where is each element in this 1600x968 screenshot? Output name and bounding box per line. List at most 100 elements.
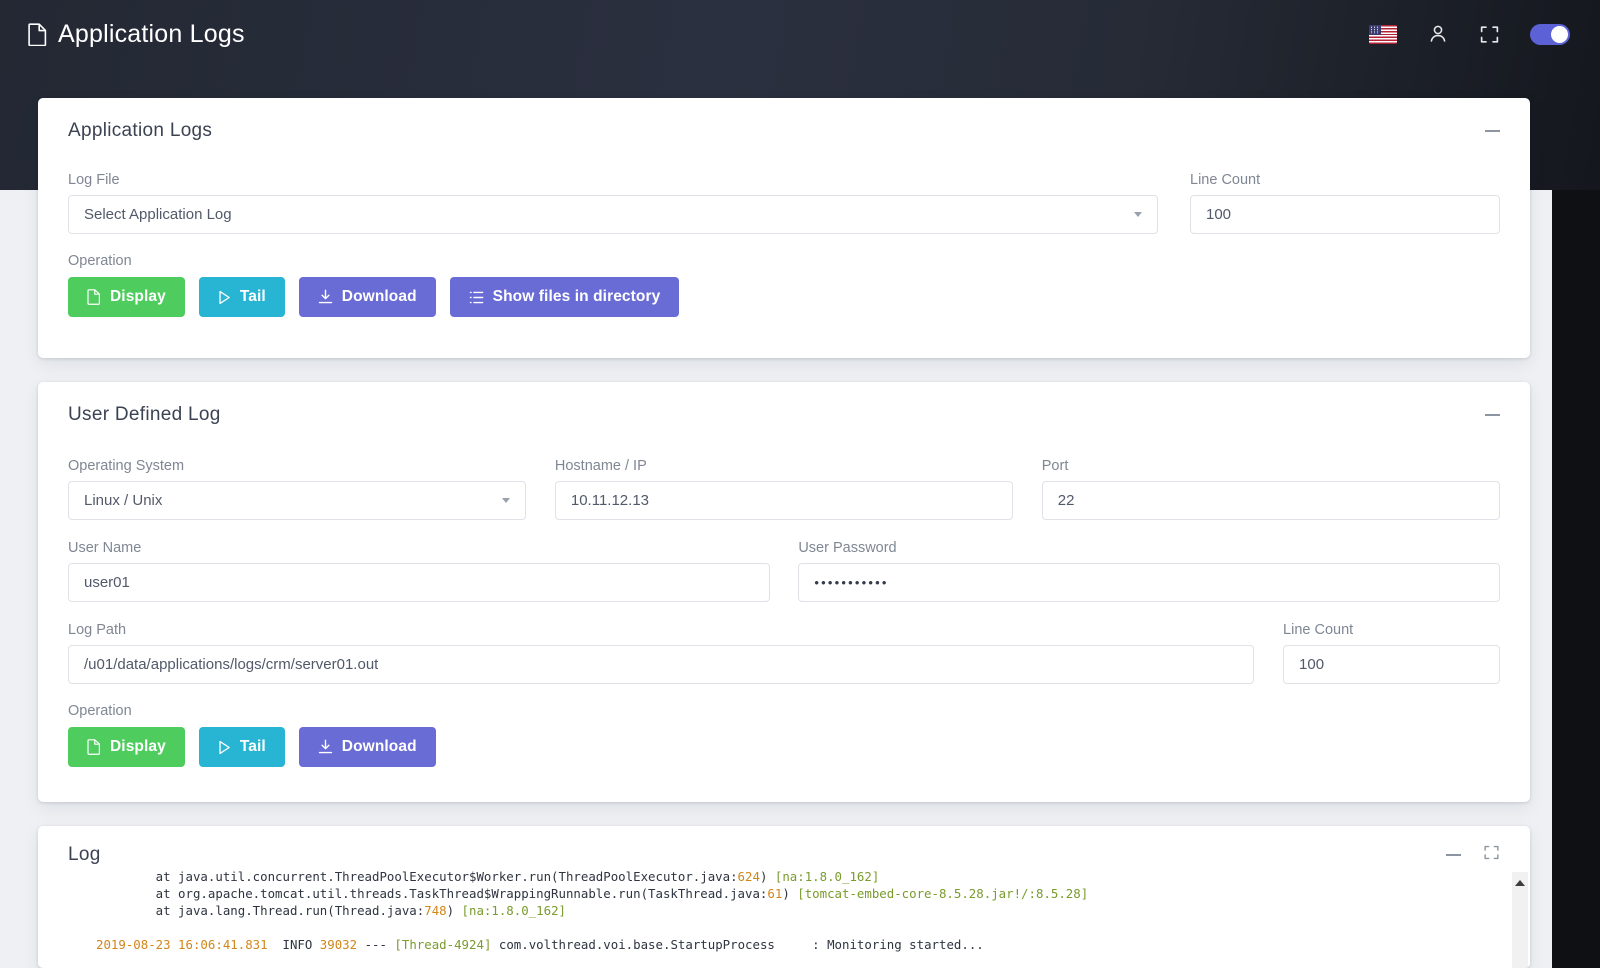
list-icon (469, 291, 484, 304)
download-button[interactable]: Download (298, 727, 436, 767)
display-button[interactable]: Display (68, 277, 185, 317)
user-line-count-field-group: Line Count 100 (1283, 622, 1500, 684)
line-count-value: 100 (1206, 206, 1232, 223)
operation-label: Operation (68, 703, 132, 719)
user-name-value: user01 (84, 574, 130, 591)
username-field-group: User Name user01 (68, 540, 770, 602)
us-flag-icon[interactable] (1369, 24, 1397, 44)
application-logs-card-tools (1485, 130, 1500, 132)
collapse-icon[interactable] (1485, 414, 1500, 416)
application-logs-card-header: Application Logs (38, 98, 1530, 142)
user-defined-log-card-header: User Defined Log (38, 382, 1530, 426)
right-dark-gutter (1552, 190, 1600, 968)
log-segment: ) (759, 869, 775, 884)
operating-system-label: Operating System (68, 458, 185, 474)
port-field-group: Port 22 (1041, 458, 1500, 520)
line-count-field-group: Line Count 100 (1190, 172, 1500, 234)
display-button[interactable]: Display (68, 727, 185, 767)
log-segment: [na:1.8.0_162] (774, 869, 880, 884)
log-card-tools (1446, 844, 1500, 866)
collapse-icon[interactable] (1485, 130, 1500, 132)
application-logs-card: Application Logs Log File Select Applica… (38, 98, 1530, 358)
theme-toggle-switch[interactable] (1530, 23, 1570, 45)
document-icon (28, 22, 47, 46)
line-count-input[interactable]: 100 (1283, 645, 1500, 684)
line-count-label: Line Count (1190, 172, 1261, 188)
show-files-in-directory-button[interactable]: Show files in directory (449, 277, 680, 317)
user-password-input[interactable]: ••••••••••• (798, 563, 1500, 602)
credentials-row: User Name user01 User Password •••••••••… (68, 540, 1500, 602)
scroll-up-arrow-icon[interactable] (1515, 880, 1525, 886)
application-logs-card-title: Application Logs (68, 120, 213, 141)
display-button-label: Display (110, 288, 166, 305)
log-segment: INFO (267, 937, 320, 952)
operation-label: Operation (68, 253, 132, 269)
person-icon[interactable] (1427, 23, 1449, 45)
download-button[interactable]: Download (298, 277, 436, 317)
hostname-ip-label: Hostname / IP (554, 458, 647, 474)
chevron-down-icon (1134, 212, 1142, 217)
user-name-input[interactable]: user01 (68, 563, 770, 602)
user-defined-log-card-tools (1485, 414, 1500, 416)
file-icon (87, 289, 101, 305)
log-line: at java.lang.Thread.run(Thread.java:748)… (96, 902, 1530, 919)
log-path-label: Log Path (68, 622, 127, 638)
log-segment: ) (446, 903, 462, 918)
log-segment: at org.apache.tomcat.util.threads.TaskTh… (96, 886, 768, 901)
port-label: Port (1041, 458, 1069, 474)
download-icon (318, 739, 333, 755)
log-segment: --- (357, 937, 395, 952)
application-logs-page: Application Logs Application Logs Log Fi… (0, 0, 1600, 968)
download-button-label: Download (341, 738, 417, 755)
user-password-value: ••••••••••• (814, 575, 889, 590)
connection-row: Operating System Linux / Unix Hostname /… (68, 458, 1500, 520)
log-scrollbar[interactable] (1512, 872, 1528, 968)
log-segment: [Thread-4924] (394, 937, 492, 952)
collapse-icon[interactable] (1446, 854, 1461, 856)
port-input[interactable]: 22 (1041, 481, 1500, 520)
user-defined-log-card: User Defined Log Operating System Linux … (38, 382, 1530, 802)
hostname-ip-value: 10.11.12.13 (570, 492, 650, 509)
user-defined-log-operations: Operation Display Tail Download (68, 703, 1500, 767)
log-file-label: Log File (68, 172, 120, 188)
log-output-console[interactable]: at java.util.concurrent.ThreadPoolExecut… (38, 868, 1530, 968)
user-name-label: User Name (68, 540, 142, 556)
log-segment: 748 (424, 903, 447, 918)
log-file-select[interactable]: Select Application Log (68, 195, 1158, 234)
download-icon (318, 289, 333, 305)
user-password-label: User Password (798, 540, 897, 556)
log-path-row: Log Path /u01/data/applications/logs/crm… (68, 622, 1500, 684)
log-line: at org.apache.tomcat.util.threads.TaskTh… (96, 885, 1530, 902)
line-count-value: 100 (1299, 656, 1325, 673)
operation-buttons: Display Tail (68, 277, 1500, 317)
log-segment: com.volthread.voi.base.StartupProcess : … (491, 937, 984, 952)
top-bar-actions (1369, 23, 1570, 45)
hostname-ip-input[interactable]: 10.11.12.13 (554, 481, 1014, 520)
download-button-label: Download (341, 288, 417, 305)
app-brand: Application Logs (28, 20, 245, 49)
operating-system-select[interactable]: Linux / Unix (68, 481, 527, 520)
tail-button[interactable]: Tail (198, 727, 285, 767)
chevron-down-icon (502, 498, 511, 503)
top-bar: Application Logs (0, 0, 1600, 68)
tail-button[interactable]: Tail (198, 277, 285, 317)
fullscreen-icon[interactable] (1483, 844, 1500, 866)
play-icon (218, 290, 231, 305)
log-blank-line (96, 919, 1530, 936)
log-segment: [tomcat-embed-core-8.5.28.jar!/:8.5.28] (797, 886, 1089, 901)
port-value: 22 (1057, 492, 1075, 509)
display-button-label: Display (110, 738, 166, 755)
play-icon (218, 740, 231, 755)
log-output-card: Log at java.util.concurrent.ThreadPoolEx… (38, 826, 1530, 968)
log-file-value: Select Application Log (84, 206, 232, 223)
log-line: at java.util.concurrent.ThreadPoolExecut… (96, 868, 1530, 885)
user-defined-log-card-title: User Defined Log (68, 404, 221, 425)
application-logs-card-body: Log File Select Application Log Line Cou… (38, 142, 1530, 345)
log-path-input[interactable]: /u01/data/applications/logs/crm/server01… (68, 645, 1255, 684)
operation-buttons: Display Tail (68, 727, 1500, 767)
fullscreen-icon[interactable] (1479, 24, 1500, 45)
tail-button-label: Tail (239, 288, 266, 305)
password-field-group: User Password ••••••••••• (798, 540, 1500, 602)
log-segment: ) (782, 886, 798, 901)
line-count-input[interactable]: 100 (1190, 195, 1500, 234)
